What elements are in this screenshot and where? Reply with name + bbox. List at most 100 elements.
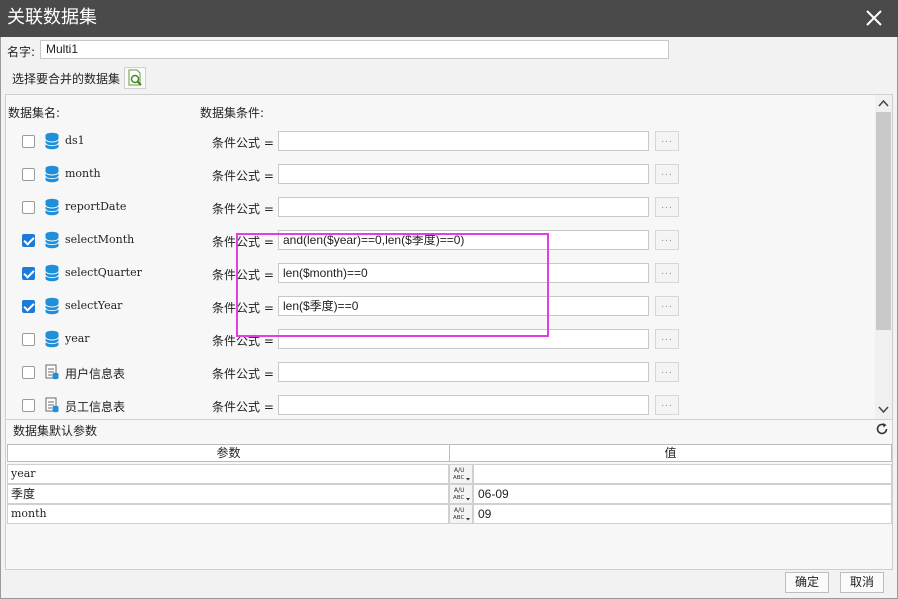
dataset-list-panel: 数据集名: 数据集条件: ds1 条件公式 =... month 条件公式 =... r… xyxy=(5,94,893,420)
database-icon xyxy=(44,198,60,216)
name-input[interactable]: Multi1 xyxy=(40,40,669,59)
formula-editor-button[interactable]: ... xyxy=(655,131,679,151)
dataset-row: ds1 条件公式 =... xyxy=(6,125,874,158)
param-name: month xyxy=(7,504,449,524)
table-file-icon xyxy=(44,396,60,414)
dataset-checkbox[interactable] xyxy=(22,399,35,412)
dataset-checkbox[interactable] xyxy=(22,300,35,313)
close-icon[interactable] xyxy=(864,8,884,28)
database-icon xyxy=(44,330,60,348)
dataset-row: reportDate 条件公式 =... xyxy=(6,191,874,224)
preview-search-icon xyxy=(128,69,142,86)
condition-label: 条件公式 = xyxy=(212,400,274,414)
param-value-input[interactable]: 06-09 xyxy=(473,484,892,504)
param-value-input[interactable]: 09 xyxy=(473,504,892,524)
condition-formula-input[interactable] xyxy=(278,197,649,217)
condition-formula-input[interactable] xyxy=(278,164,649,184)
formula-editor-button[interactable]: ... xyxy=(655,164,679,184)
svg-text:ABC: ABC xyxy=(453,495,464,501)
condition-formula-input[interactable] xyxy=(278,362,649,382)
condition-label: 条件公式 = xyxy=(212,367,274,381)
window-title: 关联数据集 xyxy=(7,7,97,28)
dataset-row: selectYear 条件公式 = len($季度)==0... xyxy=(6,290,874,323)
dataset-checkbox[interactable] xyxy=(22,366,35,379)
param-row: 季度 A/U ABC 06-09 xyxy=(7,484,892,504)
dataset-row: year 条件公式 =... xyxy=(6,323,874,356)
condition-formula-input[interactable] xyxy=(278,131,649,151)
condition-formula-input[interactable] xyxy=(278,329,649,349)
scroll-down-icon[interactable] xyxy=(878,404,889,415)
condition-label: 条件公式 = xyxy=(212,268,274,282)
dataset-name: year xyxy=(65,332,90,345)
dataset-row: 用户信息表 条件公式 =... xyxy=(6,356,874,389)
dataset-name: month xyxy=(65,167,101,180)
select-datasets-label: 选择要合并的数据集 xyxy=(12,72,121,86)
dialog-body: 名字: Multi1 选择要合并的数据集 数据集名: 数据集条件: ds1 条件公… xyxy=(0,37,898,599)
dataset-name-header: 数据集名: xyxy=(8,106,61,120)
refresh-icon[interactable] xyxy=(875,422,889,436)
formula-editor-button[interactable]: ... xyxy=(655,230,679,250)
svg-text:A/U: A/U xyxy=(454,467,465,474)
dataset-name: selectQuarter xyxy=(65,266,142,279)
database-icon xyxy=(44,231,60,249)
dataset-condition-header: 数据集条件: xyxy=(200,106,265,120)
cancel-button[interactable]: 取消 xyxy=(840,572,884,593)
scroll-up-icon[interactable] xyxy=(878,98,889,109)
formula-editor-button[interactable]: ... xyxy=(655,263,679,283)
condition-formula-input[interactable]: len($month)==0 xyxy=(278,263,649,283)
dataset-name: 员工信息表 xyxy=(65,400,126,414)
ok-button[interactable]: 确定 xyxy=(785,572,829,593)
scrollbar-thumb[interactable] xyxy=(876,112,891,330)
svg-text:ABC: ABC xyxy=(453,475,464,481)
database-icon xyxy=(44,297,60,315)
condition-formula-input[interactable] xyxy=(278,395,649,415)
database-icon xyxy=(44,132,60,150)
param-value-input[interactable] xyxy=(473,464,892,484)
param-name: 季度 xyxy=(7,484,449,504)
formula-editor-button[interactable]: ... xyxy=(655,395,679,415)
dataset-checkbox[interactable] xyxy=(22,135,35,148)
preview-dataset-button[interactable] xyxy=(124,67,146,89)
svg-text:ABC: ABC xyxy=(453,515,464,521)
dataset-row: selectMonth 条件公式 = and(len($year)==0,len($… xyxy=(6,224,874,257)
condition-label: 条件公式 = xyxy=(212,235,274,249)
svg-text:A/U: A/U xyxy=(454,487,465,494)
formula-editor-button[interactable]: ... xyxy=(655,296,679,316)
dataset-name: reportDate xyxy=(65,200,127,213)
value-column-header: 值 xyxy=(449,444,892,462)
condition-label: 条件公式 = xyxy=(212,169,274,183)
dataset-name: 用户信息表 xyxy=(65,367,126,381)
database-icon xyxy=(44,165,60,183)
dataset-checkbox[interactable] xyxy=(22,168,35,181)
formula-editor-button[interactable]: ... xyxy=(655,362,679,382)
param-column-header: 参数 xyxy=(7,444,450,462)
param-row: month A/U ABC 09 xyxy=(7,504,892,524)
default-params-title: 数据集默认参数 xyxy=(13,424,98,438)
param-type-dropdown[interactable]: A/U ABC xyxy=(449,464,473,484)
dataset-checkbox[interactable] xyxy=(22,201,35,214)
default-params-panel: 数据集默认参数 参数 值 year A/U ABC 季度 A/U ABC 06-09 mont… xyxy=(5,420,893,570)
vertical-scrollbar[interactable] xyxy=(875,95,892,419)
param-type-dropdown[interactable]: A/U ABC xyxy=(449,504,473,524)
dataset-checkbox[interactable] xyxy=(22,234,35,247)
condition-formula-input[interactable]: and(len($year)==0,len($季度)==0) xyxy=(278,230,649,250)
dataset-row: month 条件公式 =... xyxy=(6,158,874,191)
name-label: 名字: xyxy=(7,45,36,59)
condition-label: 条件公式 = xyxy=(212,301,274,315)
dataset-name: selectYear xyxy=(65,299,123,312)
dataset-checkbox[interactable] xyxy=(22,333,35,346)
database-icon xyxy=(44,264,60,282)
dataset-checkbox[interactable] xyxy=(22,267,35,280)
formula-editor-button[interactable]: ... xyxy=(655,329,679,349)
svg-text:A/U: A/U xyxy=(454,507,465,514)
text-type-icon: A/U ABC xyxy=(450,507,472,526)
condition-label: 条件公式 = xyxy=(212,202,274,216)
condition-formula-input[interactable]: len($季度)==0 xyxy=(278,296,649,316)
dataset-name: ds1 xyxy=(65,134,85,147)
title-bar: 关联数据集 xyxy=(0,0,898,37)
table-file-icon xyxy=(44,363,60,381)
formula-editor-button[interactable]: ... xyxy=(655,197,679,217)
param-name: year xyxy=(7,464,449,484)
param-row: year A/U ABC xyxy=(7,464,892,484)
param-type-dropdown[interactable]: A/U ABC xyxy=(449,484,473,504)
